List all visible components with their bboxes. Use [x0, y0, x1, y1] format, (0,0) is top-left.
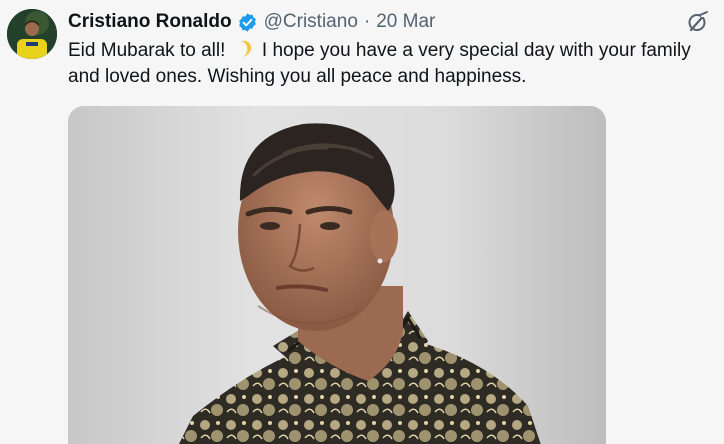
tweet-header: Cristiano Ronaldo @Cristiano · 20 Mar — [68, 9, 435, 35]
author-handle[interactable]: @Cristiano — [264, 11, 358, 33]
separator-dot: · — [363, 11, 371, 32]
tweet-date[interactable]: 20 Mar — [376, 11, 435, 33]
grok-icon[interactable] — [686, 10, 710, 34]
crescent-moon-emoji — [233, 39, 255, 59]
tweet-text: Eid Mubarak to all! I hope you have a ve… — [68, 38, 724, 90]
tweet-text-part1: Eid Mubarak to all! — [68, 40, 231, 61]
author-name[interactable]: Cristiano Ronaldo — [68, 11, 232, 33]
tweet[interactable]: Cristiano Ronaldo @Cristiano · 20 Mar Ei… — [0, 0, 724, 444]
verified-badge-icon — [237, 12, 258, 33]
avatar[interactable] — [7, 9, 57, 59]
tweet-photo[interactable] — [68, 106, 606, 444]
